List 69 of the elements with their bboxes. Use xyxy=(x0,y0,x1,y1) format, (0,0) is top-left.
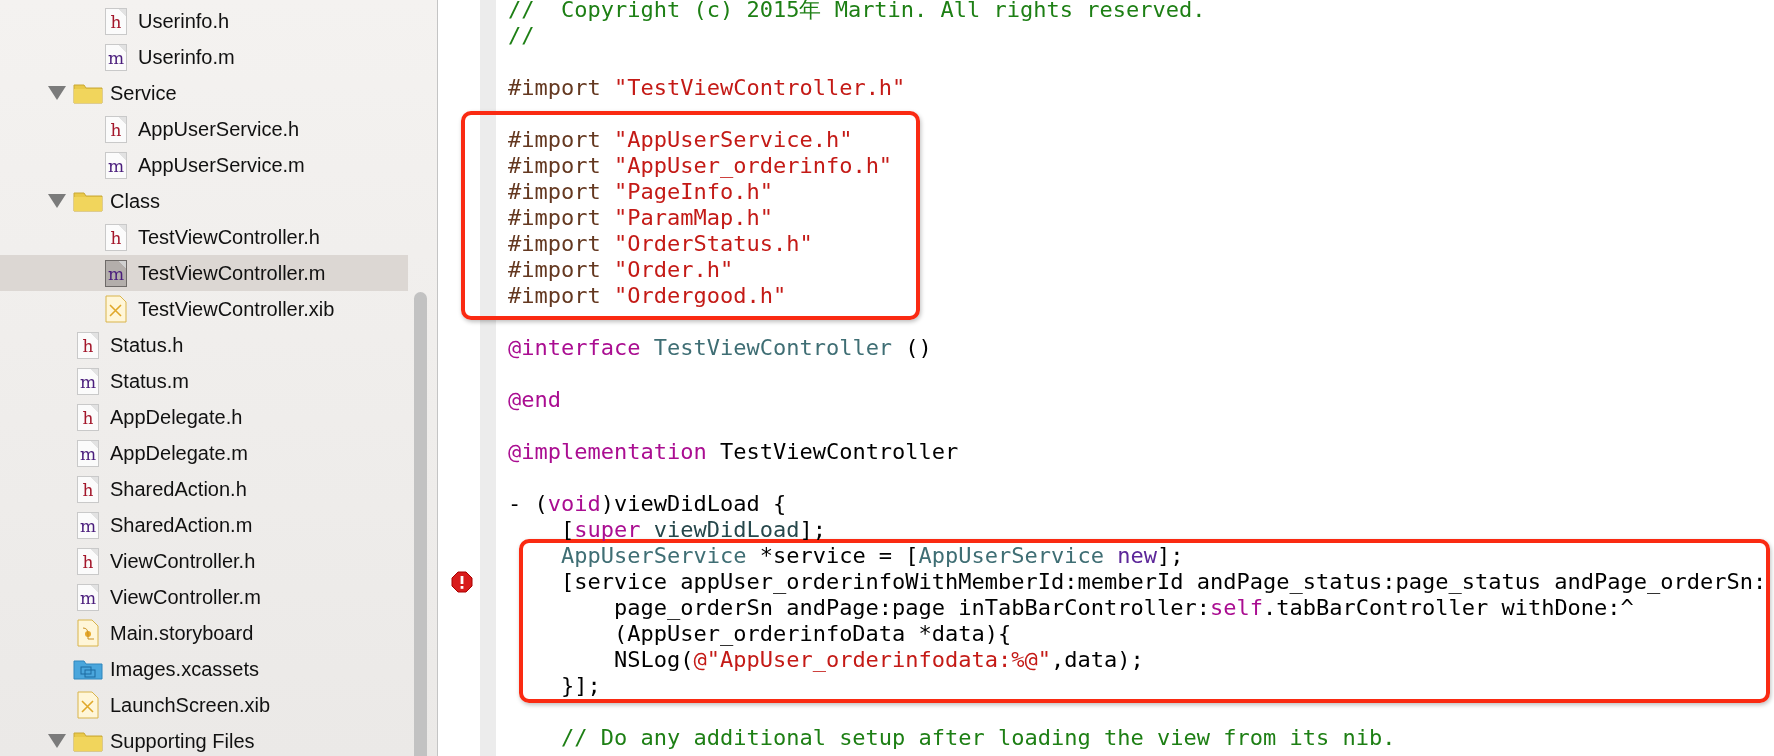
disclosure-triangle-icon[interactable] xyxy=(48,194,66,208)
navigator-item[interactable]: m SharedAction.m xyxy=(0,507,408,543)
file-type-badge: m xyxy=(105,259,127,287)
error-icon[interactable] xyxy=(451,571,473,593)
navigator-item[interactable]: h Status.h xyxy=(0,327,408,363)
code-line: #import "AppUserService.h" xyxy=(508,127,854,153)
code-line: #import "TestViewController.h" xyxy=(508,75,907,101)
code-line: }]; xyxy=(559,673,602,699)
disclosure-triangle-icon[interactable] xyxy=(48,86,66,100)
code-line: page_orderSn andPage:page inTabBarController:self.tabBarController withDone:^ xyxy=(612,595,1635,621)
code-line: NSLog(@"AppUser_orderinfodata:%@",data); xyxy=(612,647,1145,673)
file-type-badge: h xyxy=(77,547,99,575)
navigator-item[interactable]: h SharedAction.h xyxy=(0,471,408,507)
navigator-item[interactable]: Service xyxy=(0,75,408,111)
code-line: @interface TestViewController () xyxy=(508,335,933,361)
navigator-item[interactable]: h ViewController.h xyxy=(0,543,408,579)
code-line: // Copyright (c) 2015年 Martin. All rights reserved. xyxy=(508,0,1207,23)
code-line: #import "PageInfo.h" xyxy=(508,179,774,205)
code-line: [service appUser_orderinfoWithMemberId:memberId andPage_status:page_status andPage_orderSn: xyxy=(559,569,1767,595)
navigator-item[interactable]: TestViewController.xib xyxy=(0,291,408,327)
navigator-item[interactable]: Class xyxy=(0,183,408,219)
xib-file-icon xyxy=(77,691,99,719)
folder-icon xyxy=(73,730,103,752)
file-type-badge: h xyxy=(105,115,127,143)
code-line: #import "AppUser_orderinfo.h" xyxy=(508,153,893,179)
file-type-badge: m xyxy=(105,43,127,71)
folder-icon xyxy=(73,82,103,104)
navigator-item[interactable]: h TestViewController.h xyxy=(0,219,408,255)
navigator-item[interactable]: h AppUserService.h xyxy=(0,111,408,147)
file-type-badge: h xyxy=(77,475,99,503)
navigator-item[interactable]: Images.xcassets xyxy=(0,651,408,687)
file-type-badge: h xyxy=(105,223,127,251)
code-line: // xyxy=(508,23,536,49)
code-line: @end xyxy=(508,387,562,413)
code-line: @implementation TestViewController xyxy=(508,439,960,465)
asset-folder-icon xyxy=(73,658,103,680)
file-type-badge: h xyxy=(77,331,99,359)
storyboard-file-icon xyxy=(77,619,99,647)
navigator-item[interactable]: m AppDelegate.m xyxy=(0,435,408,471)
code-line: [super viewDidLoad]; xyxy=(559,517,827,543)
navigator-item[interactable]: LaunchScreen.xib xyxy=(0,687,408,723)
file-type-badge: m xyxy=(105,151,127,179)
file-type-badge: m xyxy=(77,367,99,395)
code-line: - (void)viewDidLoad { xyxy=(508,491,788,517)
file-type-badge: h xyxy=(77,403,99,431)
code-line: #import "Order.h" xyxy=(508,257,735,283)
file-type-badge: m xyxy=(77,511,99,539)
file-type-badge: m xyxy=(77,439,99,467)
navigator-item[interactable]: m TestViewController.m xyxy=(0,255,408,291)
navigator-item[interactable]: m ViewController.m xyxy=(0,579,408,615)
navigator-item[interactable]: h Userinfo.h xyxy=(0,3,408,39)
navigator-item[interactable]: Main.storyboard xyxy=(0,615,408,651)
code-line: #import "Ordergood.h" xyxy=(508,283,788,309)
navigator-item[interactable]: m AppUserService.m xyxy=(0,147,408,183)
scrollbar[interactable] xyxy=(414,292,427,756)
navigator-item[interactable]: m Status.m xyxy=(0,363,408,399)
file-type-badge: m xyxy=(77,583,99,611)
code-line: // Do any additional setup after loading the view from its nib. xyxy=(559,725,1397,751)
code-line: (AppUser_orderinfoData *data){ xyxy=(612,621,1013,647)
navigator-item[interactable]: m Userinfo.m xyxy=(0,39,408,75)
xib-file-icon xyxy=(105,295,127,323)
disclosure-triangle-icon[interactable] xyxy=(48,734,66,748)
code-line: AppUserService *service = [AppUserService new]; xyxy=(559,543,1185,569)
file-type-badge: h xyxy=(105,7,127,35)
navigator-item[interactable]: h AppDelegate.h xyxy=(0,399,408,435)
folder-icon xyxy=(73,190,103,212)
code-line: #import "ParamMap.h" xyxy=(508,205,774,231)
code-line: #import "OrderStatus.h" xyxy=(508,231,814,257)
navigator-item[interactable]: Supporting Files xyxy=(0,723,408,756)
